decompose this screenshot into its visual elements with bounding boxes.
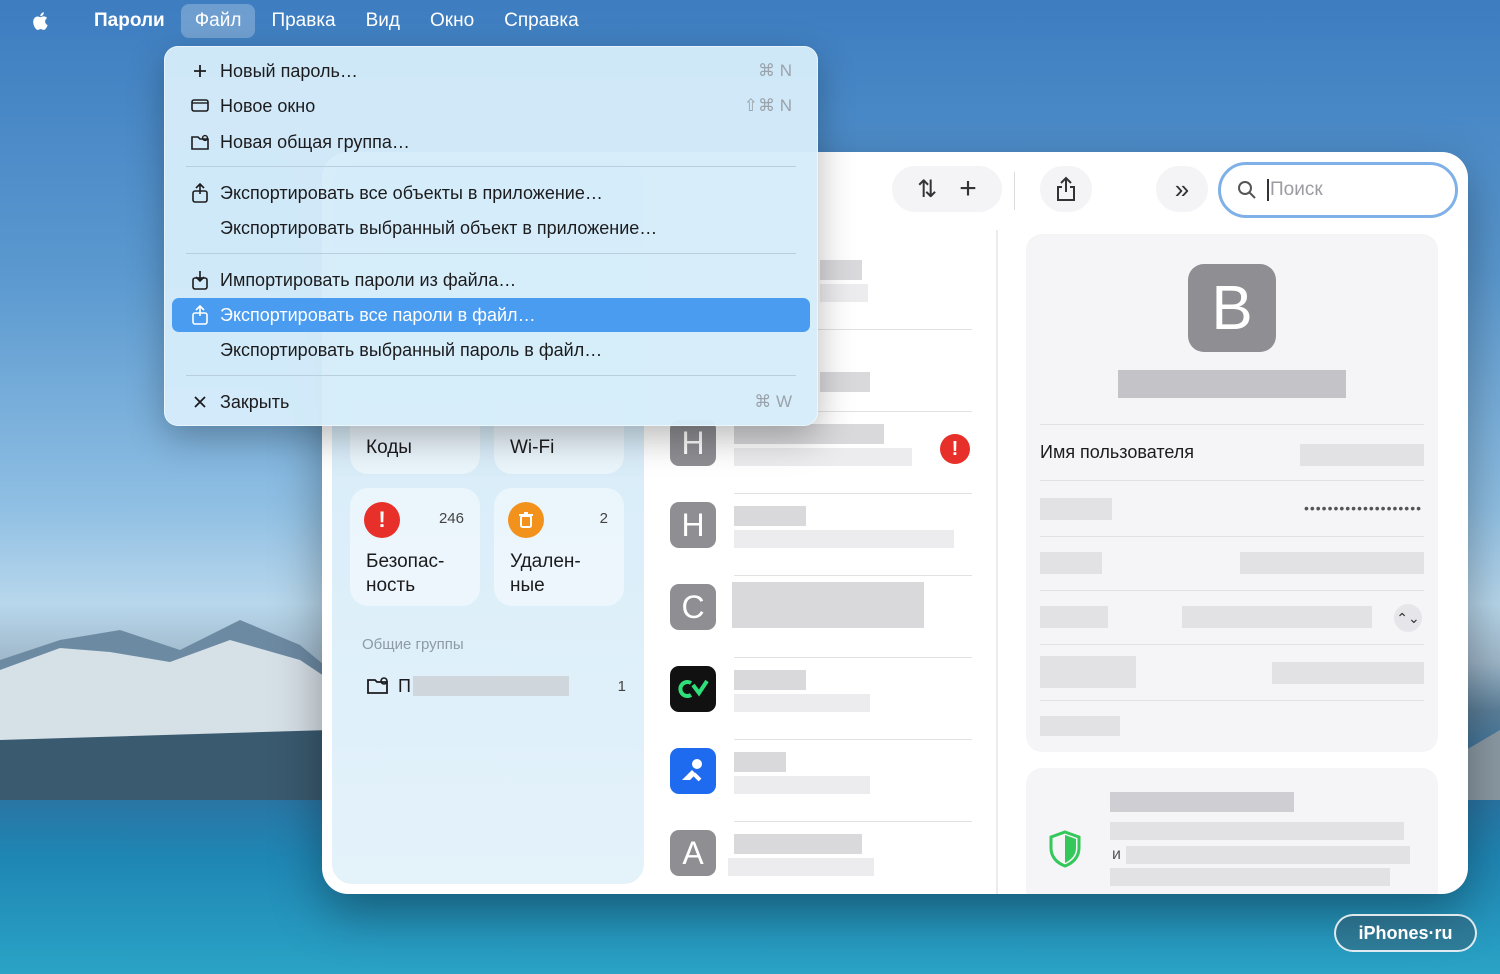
menu-separator xyxy=(186,375,796,376)
menu-item-import-passwords[interactable]: Импортировать пароли из файла… xyxy=(172,263,810,297)
menu-item-label: Новый пароль… xyxy=(220,60,358,81)
alert-icon: ! xyxy=(940,434,970,464)
alert-icon: ! xyxy=(364,502,400,538)
shared-folder-icon xyxy=(367,677,388,694)
list-avatar: C xyxy=(670,584,716,630)
menu-edit[interactable]: Правка xyxy=(257,4,349,38)
tile-security[interactable]: ! 246 Безопас- ность xyxy=(350,488,480,606)
detail-avatar: B xyxy=(1188,264,1276,352)
sort-add-group: ⇅ + xyxy=(892,166,1002,212)
password-detail-card: B Имя пользователя •••••••••••••••••••• … xyxy=(1026,234,1438,752)
shield-icon xyxy=(1049,830,1081,868)
tile-security-count: 246 xyxy=(438,510,464,527)
menu-item-new-shared-group[interactable]: Новая общая группа… xyxy=(172,125,810,159)
menu-item-new-password[interactable]: Новый пароль… ⌘ N xyxy=(172,54,810,88)
search-input[interactable]: Поиск xyxy=(1267,179,1323,201)
shared-group-item[interactable]: П 1 xyxy=(366,672,626,700)
shared-group-icon xyxy=(190,132,210,152)
app-icon-blue xyxy=(670,748,716,794)
tile-deleted[interactable]: 2 Удален- ные xyxy=(494,488,624,606)
pane-divider xyxy=(996,230,998,894)
list-item[interactable]: H xyxy=(670,494,972,576)
menu-app-name[interactable]: Пароли xyxy=(80,4,179,38)
menu-bar: Пароли Файл Правка Вид Окно Справка xyxy=(0,0,1500,42)
list-avatar: A xyxy=(670,830,716,876)
apple-logo-icon[interactable] xyxy=(30,10,52,32)
menu-separator xyxy=(186,253,796,254)
file-menu: Новый пароль… ⌘ N Новое окно ⇧⌘ N Новая … xyxy=(164,46,818,426)
menu-view[interactable]: Вид xyxy=(352,4,414,38)
redacted-field-label xyxy=(1040,498,1112,520)
chevron-double-right-icon: » xyxy=(1174,173,1190,204)
search-field[interactable]: Поиск xyxy=(1218,162,1458,218)
menu-item-label: Экспортировать выбранный пароль в файл… xyxy=(220,339,603,360)
new-window-icon xyxy=(190,96,210,116)
list-avatar: H xyxy=(670,420,716,466)
menu-item-export-selected-password[interactable]: Экспортировать выбранный пароль в файл… xyxy=(172,333,810,367)
plus-icon xyxy=(190,61,210,81)
import-icon xyxy=(190,270,210,290)
toolbar-divider xyxy=(1014,172,1015,210)
more-toolbar-button[interactable]: » xyxy=(1156,166,1208,212)
shortcut-label: ⌘ N xyxy=(758,61,792,80)
export-file-icon xyxy=(190,305,210,325)
shortcut-label: ⇧⌘ N xyxy=(743,96,792,115)
menu-item-export-all-to-app[interactable]: Экспортировать все объекты в приложение… xyxy=(172,176,810,210)
share-button[interactable] xyxy=(1040,166,1092,212)
menu-file[interactable]: Файл xyxy=(180,4,256,38)
menu-item-label: Новая общая группа… xyxy=(220,131,410,152)
trash-icon xyxy=(508,502,544,538)
tile-deleted-count: 2 xyxy=(599,510,608,527)
watermark-badge: iPhones·ru xyxy=(1334,914,1477,952)
list-item[interactable] xyxy=(670,658,972,740)
tile-codes-label: Коды xyxy=(366,437,412,458)
close-icon xyxy=(190,392,210,412)
security-note-prefix: и xyxy=(1112,846,1121,863)
list-avatar: H xyxy=(670,502,716,548)
menu-item-export-all-passwords[interactable]: Экспортировать все пароли в файл… xyxy=(172,298,810,332)
menu-item-label: Экспортировать выбранный объект в прилож… xyxy=(220,217,658,238)
sort-icon[interactable]: ⇅ xyxy=(917,175,937,204)
shared-groups-heading: Общие группы xyxy=(362,636,464,653)
menu-item-label: Экспортировать все пароли в файл… xyxy=(220,304,536,325)
menu-help[interactable]: Справка xyxy=(490,4,593,38)
tile-security-label: Безопас- ность xyxy=(366,551,445,596)
share-icon xyxy=(1057,176,1075,201)
menu-item-new-window[interactable]: Новое окно ⇧⌘ N xyxy=(172,89,810,123)
shortcut-label: ⌘ W xyxy=(754,392,792,411)
app-icon-green xyxy=(670,666,716,712)
tile-deleted-label: Удален- ные xyxy=(510,551,581,596)
redacted-title xyxy=(1118,370,1346,398)
shared-group-name: П xyxy=(398,675,411,696)
redacted-group-name xyxy=(412,676,569,696)
add-icon[interactable]: + xyxy=(959,172,977,206)
list-item[interactable]: C xyxy=(670,576,972,658)
list-item[interactable]: A xyxy=(670,822,972,894)
list-item[interactable] xyxy=(670,740,972,822)
menu-window[interactable]: Окно xyxy=(416,4,488,38)
redacted-username[interactable] xyxy=(1300,444,1424,466)
shared-group-count: 1 xyxy=(617,677,626,695)
stepper-icon[interactable]: ⌃⌄ xyxy=(1394,604,1422,632)
menu-item-label: Импортировать пароли из файла… xyxy=(220,269,517,290)
password-mask[interactable]: •••••••••••••••••••• xyxy=(1304,500,1422,516)
tile-wifi-label: Wi-Fi xyxy=(510,437,555,458)
search-icon xyxy=(1238,181,1256,199)
security-card: и xyxy=(1026,768,1438,894)
username-label: Имя пользователя xyxy=(1040,442,1195,462)
menu-item-export-selected-to-app[interactable]: Экспортировать выбранный объект в прилож… xyxy=(172,211,810,245)
menu-item-label: Новое окно xyxy=(220,95,316,116)
export-app-icon xyxy=(190,183,210,203)
menu-item-label: Экспортировать все объекты в приложение… xyxy=(220,182,603,203)
menu-item-label: Закрыть xyxy=(220,391,290,412)
menu-separator xyxy=(186,166,796,167)
menu-item-close[interactable]: Закрыть ⌘ W xyxy=(172,385,810,419)
